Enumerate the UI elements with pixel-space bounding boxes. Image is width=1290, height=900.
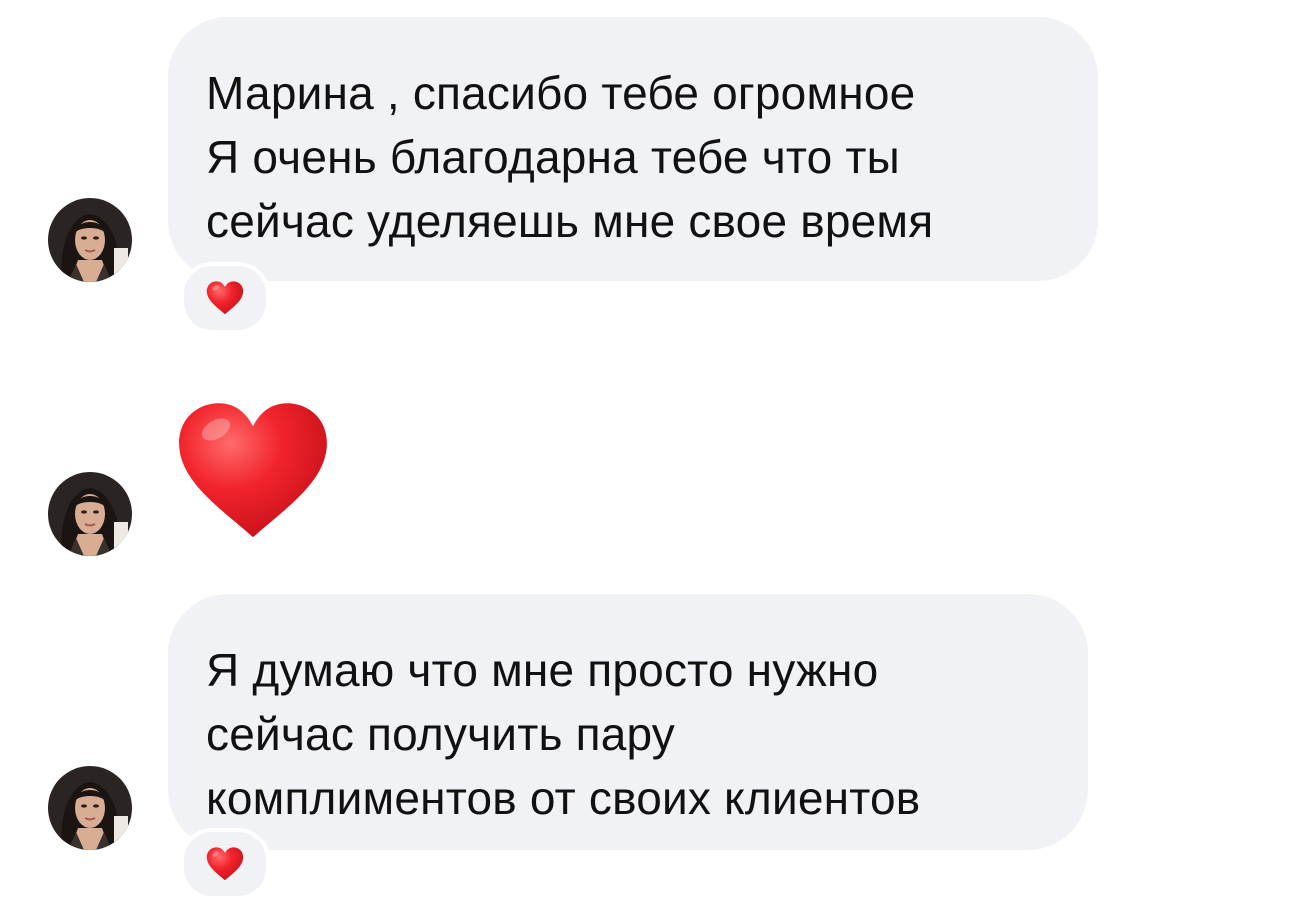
message-text-line: комплиментов от своих клиентов	[206, 772, 921, 824]
red-heart-icon	[206, 847, 244, 881]
message-bubble[interactable]: Марина , спасибо тебе огромное Я очень б…	[168, 17, 1098, 281]
message-text-line: сейчас получить пару	[206, 708, 675, 760]
message-text-line: Я думаю что мне просто нужно	[206, 644, 879, 696]
heart-reaction[interactable]	[180, 262, 270, 334]
red-heart-icon[interactable]	[176, 396, 330, 551]
message-text-line: сейчас уделяешь мне свое время	[206, 195, 934, 247]
heart-reaction[interactable]	[180, 828, 270, 900]
message-text-line: Марина , спасибо тебе огромное	[206, 67, 916, 119]
avatar[interactable]	[48, 198, 132, 282]
avatar[interactable]	[48, 472, 132, 556]
avatar[interactable]	[48, 766, 132, 850]
message-text-line: Я очень благодарна тебе что ты	[206, 131, 900, 183]
message-bubble[interactable]: Я думаю что мне просто нужно сейчас полу…	[168, 594, 1088, 850]
red-heart-icon	[206, 281, 244, 315]
